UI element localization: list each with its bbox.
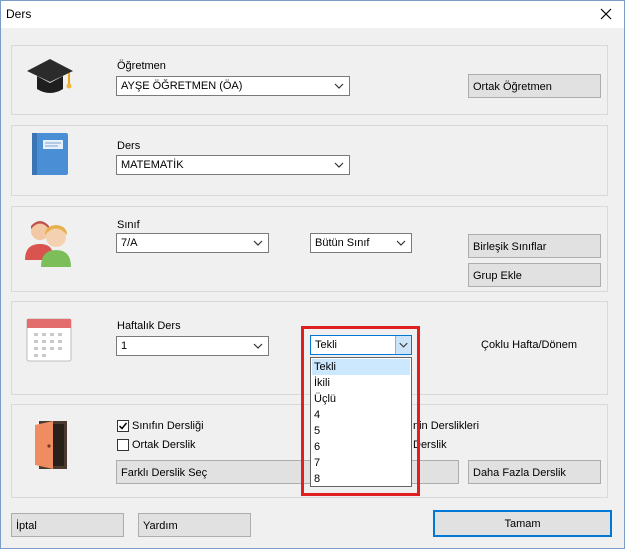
close-icon bbox=[600, 8, 612, 20]
shared-room-label: Ortak Derslik bbox=[132, 439, 196, 451]
help-button[interactable]: Yardım bbox=[138, 513, 251, 537]
checkmark-icon bbox=[118, 422, 128, 430]
title-bar: Ders bbox=[1, 1, 624, 28]
window-title: Ders bbox=[6, 7, 32, 21]
chevron-down-icon bbox=[253, 240, 263, 246]
multi-week-button[interactable]: Çoklu Hafta/Dönem bbox=[481, 339, 577, 351]
teacher-rooms-label: nin Derslikleri bbox=[413, 420, 480, 432]
co-teacher-button[interactable]: Ortak Öğretmen bbox=[468, 74, 601, 98]
class-select[interactable]: 7/A bbox=[116, 233, 269, 253]
add-group-button[interactable]: Grup Ekle bbox=[468, 263, 601, 287]
graduation-cap-icon bbox=[25, 55, 75, 102]
ok-button[interactable]: Tamam bbox=[433, 510, 612, 537]
subject-label: Ders bbox=[117, 140, 141, 152]
chevron-down-icon bbox=[334, 83, 344, 89]
class-label: Sınıf bbox=[117, 219, 140, 231]
cancel-button[interactable]: İptal bbox=[11, 513, 124, 537]
highlight-box bbox=[301, 326, 420, 496]
weekly-count-value: 1 bbox=[121, 340, 128, 352]
chevron-down-icon bbox=[396, 240, 406, 246]
subject-select-value: MATEMATİK bbox=[121, 159, 184, 171]
users-icon bbox=[23, 216, 75, 271]
close-button[interactable] bbox=[596, 4, 616, 24]
ders-dialog: Ders Öğretmen AYŞE ÖĞRETMEN (ÖA) Ortak Ö… bbox=[0, 0, 625, 549]
book-icon bbox=[31, 132, 69, 179]
teacher-label: Öğretmen bbox=[117, 60, 166, 72]
teacher-select[interactable]: AYŞE ÖĞRETMEN (ÖA) bbox=[116, 76, 350, 96]
weekly-label: Haftalık Ders bbox=[117, 320, 181, 332]
more-rooms-button[interactable]: Daha Fazla Derslik bbox=[468, 460, 601, 484]
class-scope-value: Bütün Sınıf bbox=[315, 237, 370, 249]
teacher-select-value: AYŞE ÖĞRETMEN (ÖA) bbox=[121, 80, 243, 92]
chevron-down-icon bbox=[253, 343, 263, 349]
weekly-count-select[interactable]: 1 bbox=[116, 336, 269, 356]
chevron-down-icon bbox=[334, 162, 344, 168]
shared-room-checkbox[interactable] bbox=[117, 439, 129, 451]
class-room-label: Sınıfın Dersliği bbox=[132, 420, 204, 432]
combined-classes-button[interactable]: Birleşik Sınıflar bbox=[468, 234, 601, 258]
class-room-checkbox[interactable] bbox=[117, 420, 129, 432]
calendar-icon bbox=[26, 316, 72, 365]
class-select-value: 7/A bbox=[121, 237, 138, 249]
door-icon bbox=[31, 419, 71, 474]
class-scope-select[interactable]: Bütün Sınıf bbox=[310, 233, 412, 253]
subject-select[interactable]: MATEMATİK bbox=[116, 155, 350, 175]
